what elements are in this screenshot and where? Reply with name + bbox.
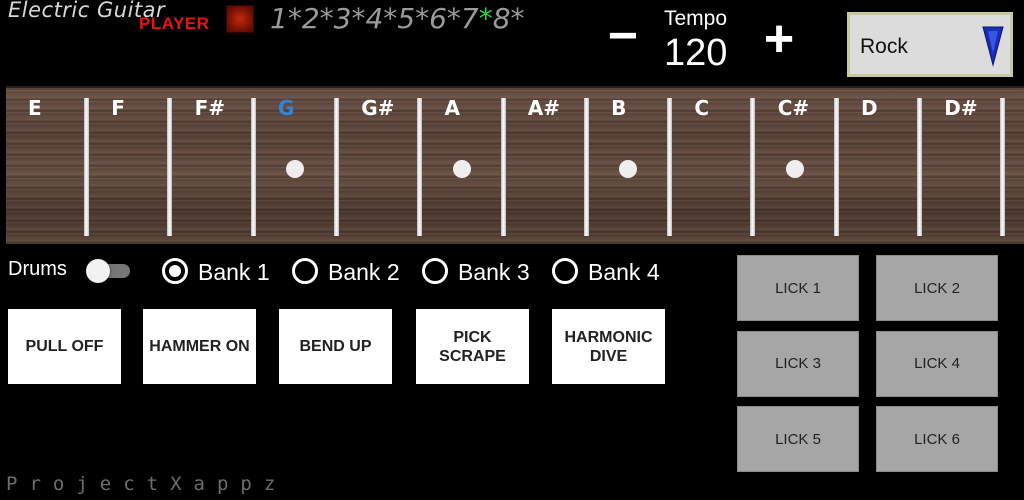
- bank-1-radio[interactable]: Bank 1: [162, 258, 286, 286]
- tempo-label: Tempo: [664, 7, 728, 30]
- fret-note-label: A#: [527, 96, 561, 120]
- fret-0[interactable]: E: [6, 88, 89, 246]
- fretboard: E F F# G G# A A# B C C# D D#: [6, 86, 1024, 244]
- logo-subtitle: PLAYER: [139, 14, 210, 33]
- lick-1-button[interactable]: LICK 1: [737, 255, 859, 321]
- radio-circle: [162, 258, 188, 284]
- fret-note-label: C#: [777, 96, 810, 120]
- radio-circle: [422, 258, 448, 284]
- fret-5[interactable]: A: [423, 88, 506, 246]
- drums-toggle[interactable]: [86, 259, 132, 283]
- bank-label: Bank 4: [588, 259, 660, 285]
- bank-2-radio[interactable]: Bank 2: [292, 258, 416, 286]
- fret-wire: [84, 98, 89, 236]
- fret-wire: [333, 98, 339, 236]
- fret-note-label: F#: [194, 96, 226, 120]
- bank-3-radio[interactable]: Bank 3: [422, 258, 546, 286]
- radio-circle: [292, 258, 318, 284]
- sequence-after: 8*: [492, 2, 525, 35]
- dropdown-arrow-icon: [982, 26, 1004, 67]
- pick-scrape-button[interactable]: PICK SCRAPE: [416, 309, 529, 384]
- developer-credit: ProjectXappz: [6, 473, 288, 495]
- sequence-before: 1*2*3*4*5*6*7: [270, 2, 479, 35]
- drums-toggle-knob: [86, 259, 110, 283]
- lick-2-button[interactable]: LICK 2: [876, 255, 998, 321]
- tempo-decrease-button[interactable]: −: [600, 10, 646, 62]
- fret-wire: [250, 98, 256, 236]
- fret-wire: [1000, 98, 1006, 236]
- fret-inlay-dot: [619, 160, 638, 178]
- lick-3-button[interactable]: LICK 3: [737, 330, 859, 397]
- fret-wire: [500, 98, 506, 236]
- fret-note-label: G#: [361, 96, 395, 120]
- fret-note-label: A: [444, 96, 460, 120]
- bank-label: Bank 1: [198, 259, 270, 285]
- fret-note-label: D: [861, 96, 878, 120]
- fret-note-label: E: [28, 96, 42, 120]
- lick-5-button[interactable]: LICK 5: [737, 406, 859, 472]
- fret-11[interactable]: D#: [922, 88, 1006, 246]
- fret-wire: [917, 98, 922, 236]
- bank-4-radio[interactable]: Bank 4: [552, 258, 676, 286]
- bend-up-button[interactable]: BEND UP: [279, 309, 392, 384]
- fret-inlay-dot: [452, 160, 471, 178]
- radio-circle: [552, 258, 578, 284]
- fret-10[interactable]: D: [839, 88, 922, 246]
- record-button[interactable]: [226, 5, 254, 33]
- fret-wire: [750, 98, 756, 236]
- fret-6[interactable]: A#: [506, 88, 589, 246]
- fret-wire: [417, 98, 423, 236]
- fret-1[interactable]: F: [89, 88, 173, 246]
- style-dropdown-value: Rock: [860, 35, 908, 58]
- pull-off-button[interactable]: PULL OFF: [8, 309, 121, 384]
- fret-note-label: F: [111, 96, 125, 120]
- fret-4[interactable]: G#: [339, 88, 423, 246]
- fret-wire: [667, 98, 673, 236]
- fret-8[interactable]: C: [672, 88, 756, 246]
- style-dropdown[interactable]: Rock: [847, 12, 1013, 77]
- app-logo: Electric Guitar PLAYER: [8, 0, 223, 40]
- fret-inlay-dot: [785, 160, 804, 178]
- fret-3[interactable]: G: [256, 88, 339, 246]
- fret-9[interactable]: C#: [756, 88, 839, 246]
- fret-7[interactable]: B: [589, 88, 673, 246]
- fret-note-label: B: [611, 96, 627, 120]
- fret-inlay-dot: [285, 160, 304, 178]
- fret-wire: [583, 98, 589, 236]
- drums-label: Drums: [8, 258, 67, 280]
- fret-wire: [833, 98, 839, 236]
- tempo-increase-button[interactable]: +: [756, 13, 802, 65]
- bank-label: Bank 2: [328, 259, 400, 285]
- tempo-value: 120: [664, 32, 728, 74]
- radio-selected-dot: [169, 265, 181, 277]
- bank-label: Bank 3: [458, 259, 530, 285]
- harmonic-dive-button[interactable]: HARMONIC DIVE: [552, 309, 665, 384]
- sequence-current-marker: *: [478, 2, 493, 35]
- fret-note-label: D#: [944, 96, 978, 120]
- lick-6-button[interactable]: LICK 6: [876, 406, 998, 472]
- sequence-indicator: 1*2*3*4*5*6*7*8*: [270, 2, 525, 35]
- hammer-on-button[interactable]: HAMMER ON: [143, 309, 256, 384]
- fret-note-label: G: [277, 96, 295, 120]
- fret-wire: [167, 98, 173, 236]
- fret-2[interactable]: F#: [173, 88, 256, 246]
- fret-note-label: C: [694, 96, 710, 120]
- lick-4-button[interactable]: LICK 4: [876, 330, 998, 397]
